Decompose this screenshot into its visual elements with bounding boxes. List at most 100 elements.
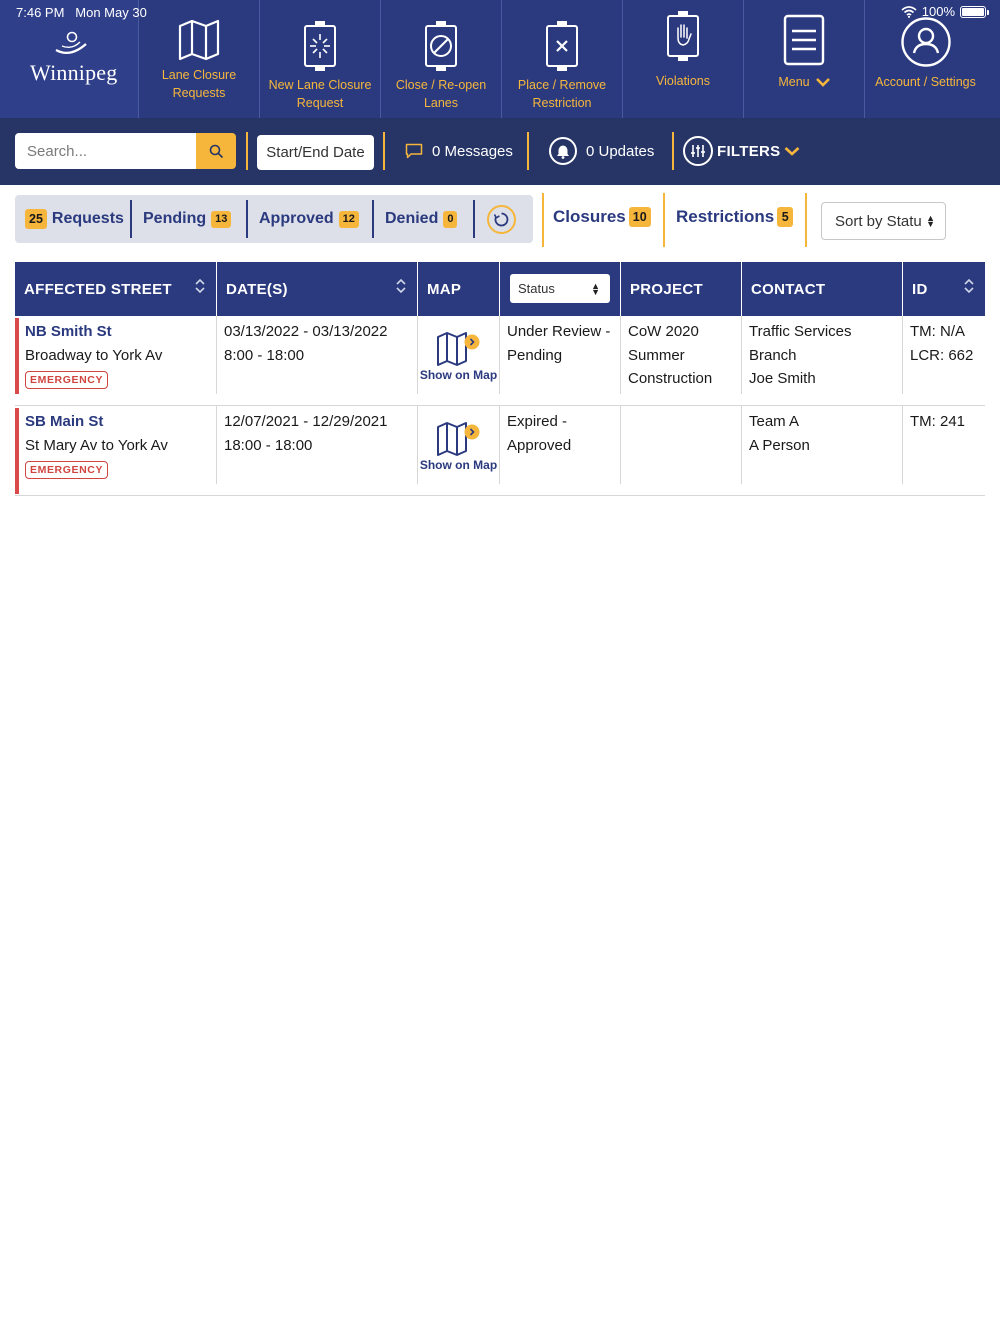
cell-affected-street: SB Main St St Mary Av to York Av EMERGEN… [19,406,217,484]
column-header-id[interactable]: ID [903,262,985,316]
street-name[interactable]: SB Main St [25,410,210,434]
street-segment: Broadway to York Av [25,346,163,364]
filters-toggle[interactable]: FILTERS [683,136,800,166]
denied-count-badge: 0 [443,210,458,228]
tab-label: Denied [385,210,439,227]
wifi-icon [901,5,917,18]
sort-icon [396,278,406,294]
user-icon [900,17,951,67]
column-header-map: MAP [418,262,500,316]
sort-select[interactable]: Sort by Statu ▲ ▼ [821,202,946,240]
tab-denied[interactable]: Denied 0 [385,195,458,243]
cell-contact: Traffic Services Branch Joe Smith [742,316,903,394]
date-range: 12/07/2021 - 12/29/2021 [224,413,388,430]
status-date-value: Mon May 30 [75,5,147,20]
nav-label: Account / Settings [875,75,976,89]
select-arrows-icon: ▲ ▼ [926,213,935,229]
nav-label: Restriction [532,96,592,110]
cell-id: TM: 241 [903,406,985,484]
contact-line: Joe Smith [749,370,816,387]
chevron-down-icon [785,147,800,156]
tab-label: Restrictions [676,207,775,226]
search-button[interactable] [196,133,236,169]
tab-divider [246,200,248,238]
pending-count-badge: 13 [211,210,232,228]
tab-label: Requests [51,210,124,227]
column-header-dates[interactable]: DATE(S) [217,262,418,316]
status-right: 100% [901,4,989,19]
column-header-affected-street[interactable]: AFFECTED STREET [15,262,217,316]
contact-line: A Person [749,436,810,454]
message-bubble-icon [405,143,423,159]
nav-label: Close / Re-open [395,78,487,92]
map-label: Show on Map [419,368,498,382]
tab-restrictions[interactable]: Restrictions 5 [676,207,794,227]
header-label: AFFECTED STREET [24,280,172,298]
search-input[interactable] [15,133,196,169]
show-on-map-button[interactable]: Show on Map [418,406,500,484]
status-filter-select[interactable]: Status ▲ ▼ [510,274,610,303]
tab-pending[interactable]: Pending 13 [143,195,232,243]
bell-icon [549,137,577,165]
requests-count-badge: 25 [25,209,47,229]
cell-affected-street: NB Smith St Broadway to York Av EMERGENC… [19,316,217,394]
updates-button[interactable]: 0 Updates [549,137,654,165]
emergency-badge: EMERGENCY [25,461,109,479]
street-segment: St Mary Av to York Av [25,436,168,454]
map-icon [178,19,220,61]
tab-divider [130,200,132,238]
start-end-date-button[interactable]: Start/End Date [257,135,374,170]
nav-label: Requests [172,86,226,100]
project-line: CoW 2020 [628,323,699,340]
column-header-project: PROJECT [621,262,742,316]
table-row[interactable]: SB Main St St Mary Av to York Av EMERGEN… [15,406,985,496]
sort-icon [964,278,974,294]
battery-percent: 100% [921,4,955,19]
messages-button[interactable]: 0 Messages [405,137,513,165]
header-label: MAP [427,280,462,298]
cell-project [621,406,742,484]
map-label: Show on Map [419,458,498,472]
tab-divider [473,200,475,238]
cell-contact: Team A A Person [742,406,903,484]
search-bar [15,133,236,169]
messages-label: 0 Messages [432,142,513,160]
header-label: DATE(S) [226,280,288,298]
show-on-map-button[interactable]: Show on Map [418,316,500,394]
nav-label: Menu [778,75,810,89]
status-line: Under Review - [507,323,611,340]
restrictions-count-badge: 5 [777,207,794,227]
map-pin-icon [436,332,479,366]
tab-requests[interactable]: 25 Requests [25,195,124,243]
cell-status: Under Review - Pending [500,316,621,394]
refresh-button[interactable] [487,205,516,234]
contact-line: Traffic Services Branch [749,323,852,364]
refresh-icon [493,212,509,227]
status-time: 7:46 PM Mon May 30 [16,5,147,20]
table-row[interactable]: NB Smith St Broadway to York Av EMERGENC… [15,316,985,406]
contact-line: Team A [749,413,800,430]
street-name[interactable]: NB Smith St [25,320,210,344]
nav-label: Request [296,96,344,110]
sliders-icon [683,136,713,166]
nav-label: Place / Remove [517,78,607,92]
tab-label: Closures [553,207,626,226]
map-pin-icon [436,422,479,456]
row-divider [15,494,985,496]
status-line: Approved [507,436,572,454]
select-arrows-icon: ▲ ▼ [591,281,600,297]
id-line: TM: N/A [910,323,965,340]
tab-approved[interactable]: Approved 12 [259,195,359,243]
sort-select-value: Sort by Statu [835,212,922,230]
time-range: 18:00 - 18:00 [224,436,313,454]
project-line: Summer [628,346,685,364]
tab-closures[interactable]: Closures 10 [553,207,651,227]
divider [663,193,665,247]
divider [246,132,248,170]
tab-divider [372,200,374,238]
cell-dates: 03/13/2022 - 03/13/2022 8:00 - 18:00 [217,316,418,394]
status-line: Expired - [507,413,568,430]
tab-label: Approved [259,210,334,227]
cell-status: Expired - Approved [500,406,621,484]
header-label: ID [912,280,928,298]
